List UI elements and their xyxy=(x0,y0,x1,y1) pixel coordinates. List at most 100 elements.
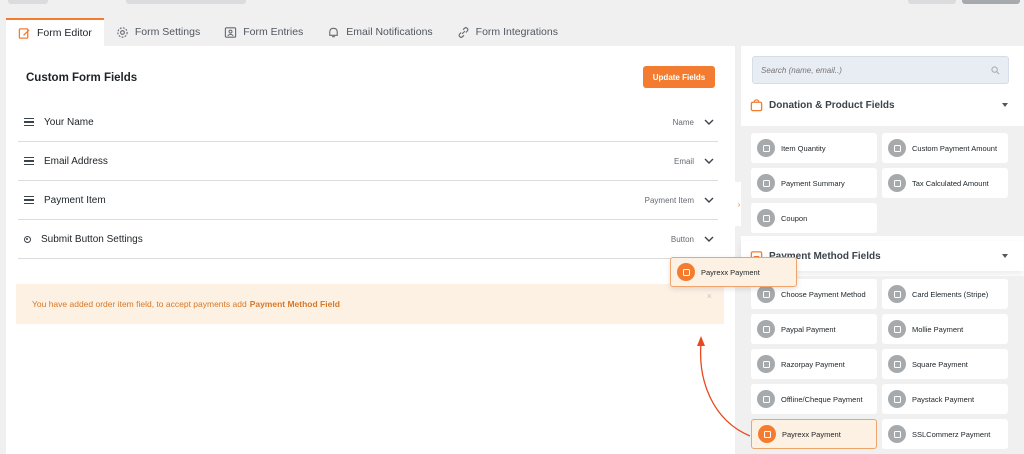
paystack-icon xyxy=(888,390,906,408)
choose-method-icon xyxy=(757,285,775,303)
top-pill xyxy=(126,0,246,4)
field-chip-item-quantity[interactable]: Item Quantity xyxy=(751,133,877,163)
bell-icon xyxy=(329,27,339,37)
section-header-donation-product[interactable]: Donation & Product Fields xyxy=(741,90,1024,120)
field-chip-square-payment[interactable]: Square Payment xyxy=(882,349,1008,379)
field-chip-custom-payment-amount[interactable]: Custom Payment Amount xyxy=(882,133,1008,163)
field-sidebar: Donation & Product Fields Item Quantity … xyxy=(741,46,1024,454)
razorpay-icon xyxy=(757,355,775,373)
drag-handle-icon[interactable] xyxy=(24,117,34,127)
tab-label: Email Notifications xyxy=(346,26,433,38)
field-chip-paypal-payment[interactable]: Paypal Payment xyxy=(751,314,877,344)
field-label: Email Address xyxy=(44,155,108,167)
field-row-your-name[interactable]: Your Name Name xyxy=(18,103,718,142)
gear-icon xyxy=(117,26,128,38)
chip-label: Tax Calculated Amount xyxy=(912,178,989,188)
field-chip-payrexx-payment[interactable]: Payrexx Payment xyxy=(751,419,877,449)
tab-label: Form Editor xyxy=(37,27,92,39)
square-icon xyxy=(888,355,906,373)
payment-notice: You have added order item field, to acce… xyxy=(16,284,724,324)
field-label: Submit Button Settings xyxy=(41,233,143,245)
field-type: Name xyxy=(672,117,694,127)
chip-label: Offline/Cheque Payment xyxy=(781,394,863,404)
chip-label: Choose Payment Method xyxy=(781,289,866,299)
link-icon xyxy=(458,26,469,38)
chip-label: Card Elements (Stripe) xyxy=(912,289,989,299)
field-row-email-address[interactable]: Email Address Email xyxy=(18,142,718,181)
dragged-field-payrexx[interactable]: Payrexx Payment xyxy=(670,257,797,287)
search-box xyxy=(752,56,1009,84)
field-chip-tax-calculated-amount[interactable]: Tax Calculated Amount xyxy=(882,168,1008,198)
top-pill xyxy=(962,0,1020,4)
field-chip-card-elements-stripe[interactable]: Card Elements (Stripe) xyxy=(882,279,1008,309)
field-type: Payment Item xyxy=(644,195,694,205)
section-title: Donation & Product Fields xyxy=(769,99,895,111)
search-input[interactable] xyxy=(761,65,991,75)
search-icon[interactable] xyxy=(991,65,1000,75)
drag-handle-icon[interactable] xyxy=(24,156,34,166)
tab-form-editor[interactable]: Form Editor xyxy=(6,18,104,46)
field-label: Payment Item xyxy=(44,194,106,206)
field-chip-razorpay-payment[interactable]: Razorpay Payment xyxy=(751,349,877,379)
field-type: Button xyxy=(670,234,694,244)
mollie-icon xyxy=(888,320,906,338)
caret-down-icon[interactable] xyxy=(1002,103,1008,107)
shopping-bag-icon xyxy=(750,98,763,111)
tab-form-integrations[interactable]: Form Integrations xyxy=(445,18,570,46)
top-strip xyxy=(0,0,1024,16)
donation-fields-grid: Item Quantity Custom Payment Amount Paym… xyxy=(741,126,1024,236)
chip-label: Payment Summary xyxy=(781,178,845,188)
payrexx-icon xyxy=(677,263,695,281)
field-row-payment-item[interactable]: Payment Item Payment Item xyxy=(18,181,718,220)
chevron-down-icon[interactable] xyxy=(702,115,716,129)
caret-down-icon[interactable] xyxy=(1002,254,1008,258)
top-pill xyxy=(908,0,956,4)
settings-dot-icon xyxy=(24,235,31,243)
payrexx-icon xyxy=(758,425,776,443)
chip-label: Payrexx Payment xyxy=(782,429,841,439)
drag-handle-icon[interactable] xyxy=(24,195,34,205)
chip-label: Mollie Payment xyxy=(912,324,964,334)
tab-label: Form Integrations xyxy=(475,26,558,38)
field-row-submit-button[interactable]: Submit Button Settings Button xyxy=(18,220,718,259)
chip-label: Paypal Payment xyxy=(781,324,836,334)
custom-amount-icon xyxy=(888,139,906,157)
chip-label: Razorpay Payment xyxy=(781,359,845,369)
chip-label: SSLCommerz Payment xyxy=(912,429,991,439)
tab-form-settings[interactable]: Form Settings xyxy=(104,18,212,46)
tax-icon xyxy=(888,174,906,192)
notice-link[interactable]: Payment Method Field xyxy=(250,299,340,309)
chip-label: Paystack Payment xyxy=(912,394,975,404)
field-chip-sslcommerz-payment[interactable]: SSLCommerz Payment xyxy=(882,419,1008,449)
chevron-down-icon[interactable] xyxy=(702,154,716,168)
user-card-icon xyxy=(225,26,237,38)
field-chip-paystack-payment[interactable]: Paystack Payment xyxy=(882,384,1008,414)
page-title: Custom Form Fields xyxy=(26,72,138,84)
tab-email-notifications[interactable]: Email Notifications xyxy=(315,18,444,46)
field-chip-mollie-payment[interactable]: Mollie Payment xyxy=(882,314,1008,344)
field-type: Email xyxy=(673,156,694,166)
field-chip-payment-summary[interactable]: Payment Summary xyxy=(751,168,877,198)
payment-method-fields-grid: Choose Payment Method Card Elements (Str… xyxy=(741,276,1024,454)
chevron-down-icon[interactable] xyxy=(702,232,716,246)
field-label: Your Name xyxy=(44,116,94,128)
top-pill xyxy=(8,0,48,4)
summary-icon xyxy=(757,174,775,192)
notice-text: You have added order item field, to acce… xyxy=(32,299,247,309)
close-icon[interactable]: × xyxy=(707,291,712,301)
paypal-icon xyxy=(757,320,775,338)
tab-bar: Form Editor Form Settings Form Entries E… xyxy=(6,18,570,46)
chip-label: Custom Payment Amount xyxy=(912,143,998,153)
sslcommerz-icon xyxy=(888,425,906,443)
chip-label: Payrexx Payment xyxy=(701,267,760,277)
chip-label: Coupon xyxy=(781,213,808,223)
item-quantity-icon xyxy=(757,139,775,157)
form-editor-panel: Custom Form Fields Update Fields Your Na… xyxy=(6,46,735,454)
coupon-icon xyxy=(757,209,775,227)
field-chip-coupon[interactable]: Coupon xyxy=(751,203,877,233)
chevron-down-icon[interactable] xyxy=(702,193,716,207)
field-chip-offline-cheque-payment[interactable]: Offline/Cheque Payment xyxy=(751,384,877,414)
edit-icon xyxy=(18,27,30,39)
update-fields-button[interactable]: Update Fields xyxy=(643,66,715,88)
tab-form-entries[interactable]: Form Entries xyxy=(212,18,315,46)
